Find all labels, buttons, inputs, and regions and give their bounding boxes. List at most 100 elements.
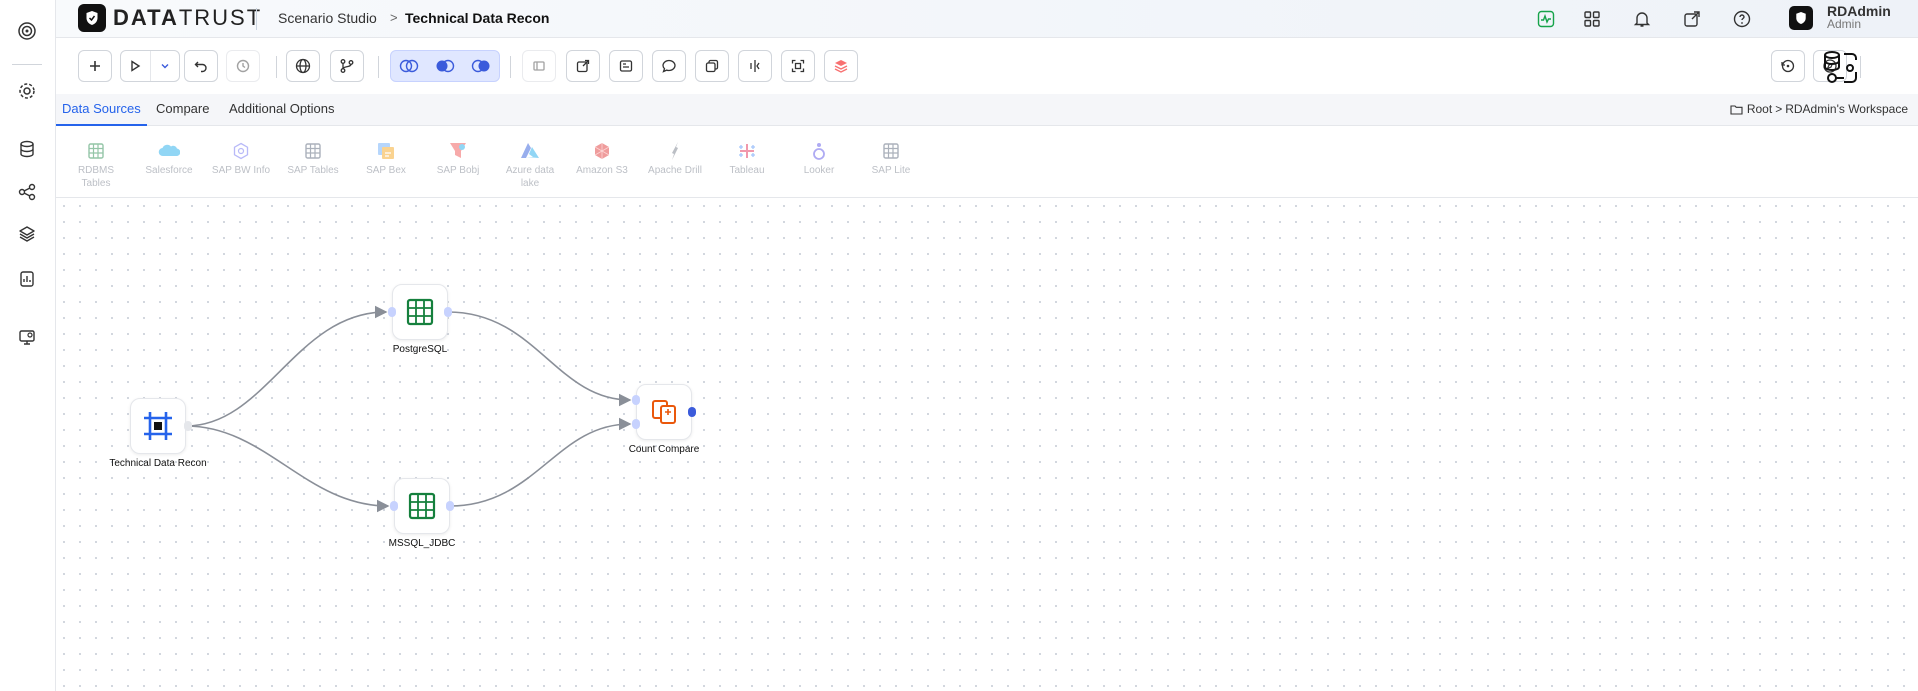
user-menu[interactable]: RDAdmin Admin: [1789, 4, 1891, 31]
ds-sap-bw-info[interactable]: SAP BW Info: [206, 140, 276, 177]
breadcrumb-separator: >: [390, 10, 398, 25]
export-button[interactable]: [566, 50, 600, 82]
right-join-button[interactable]: [463, 51, 499, 81]
mapping-button[interactable]: [609, 50, 643, 82]
ds-azure-data-lake[interactable]: Azure data lake: [495, 140, 565, 190]
report-icon[interactable]: [16, 268, 38, 290]
add-button[interactable]: [78, 50, 112, 82]
export-icon: [576, 59, 590, 73]
left-join-icon: [399, 59, 419, 73]
collapse-button[interactable]: [522, 50, 556, 82]
external-link-icon[interactable]: [1682, 9, 1702, 29]
chevron-down-icon: [161, 64, 169, 69]
ds-label: Azure data lake: [505, 165, 555, 189]
node-technical-data-recon[interactable]: [130, 398, 186, 454]
run-button[interactable]: [121, 51, 150, 81]
activity-icon[interactable]: [1536, 9, 1556, 29]
node-label-technical-data-recon: Technical Data Recon: [109, 458, 207, 469]
database-icon[interactable]: [16, 138, 38, 160]
undo-button[interactable]: [184, 50, 218, 82]
node-mssql-jdbc[interactable]: [394, 478, 450, 534]
flow-canvas[interactable]: Technical Data Recon PostgreSQL MSSQL_JD…: [56, 198, 1918, 691]
left-join-button[interactable]: [391, 51, 427, 81]
sap-bw-icon: [230, 140, 252, 162]
tab-additional-options[interactable]: Additional Options: [223, 94, 341, 126]
history-icon: [236, 59, 250, 73]
restore-button[interactable]: [1771, 50, 1805, 82]
ds-looker[interactable]: Looker: [784, 140, 854, 177]
sap-bex-icon: [375, 140, 397, 162]
tab-data-sources[interactable]: Data Sources: [56, 94, 147, 126]
node-count-compare[interactable]: [636, 384, 692, 440]
run-dropdown-button[interactable]: [149, 51, 179, 81]
ds-sap-bobj[interactable]: SAP Bobj: [423, 140, 493, 177]
database-network-icon[interactable]: [1820, 48, 1860, 88]
fit-view-button[interactable]: [781, 50, 815, 82]
workspace-separator: >: [1775, 102, 1783, 116]
toolbar-divider: [276, 56, 277, 78]
logo[interactable]: DATATRUST: [78, 4, 262, 32]
help-icon[interactable]: [1732, 9, 1752, 29]
node-output-port[interactable]: [688, 407, 696, 417]
apps-grid-icon[interactable]: [1582, 9, 1602, 29]
node-input-port[interactable]: [388, 307, 396, 317]
logo-text-rest: TRUST: [178, 5, 263, 30]
comment-button[interactable]: [652, 50, 686, 82]
workspace-breadcrumb[interactable]: Root > RDAdmin's Workspace: [1730, 102, 1908, 116]
stack-icon: [834, 60, 848, 73]
ds-label: Looker: [803, 165, 835, 176]
edge-source-to-postgresql: [185, 305, 388, 427]
node-input-port[interactable]: [632, 395, 640, 405]
ds-tableau[interactable]: Tableau: [712, 140, 782, 177]
breadcrumb-scenario-studio[interactable]: Scenario Studio: [278, 10, 377, 26]
flow-edges: [185, 305, 632, 513]
node-input-port[interactable]: [390, 501, 398, 511]
ds-sap-lite[interactable]: SAP Lite: [856, 140, 926, 177]
layers-stack-button[interactable]: [824, 50, 858, 82]
inner-join-button[interactable]: [427, 51, 463, 81]
globe-button[interactable]: [286, 50, 320, 82]
node-input-port[interactable]: [632, 419, 640, 429]
edge-mssql-to-compare: [449, 417, 632, 507]
ds-sap-tables[interactable]: SAP Tables: [278, 140, 348, 177]
ds-rdbms-tables[interactable]: RDBMS Tables: [61, 140, 131, 190]
settings-icon[interactable]: [16, 80, 38, 102]
node-output-port[interactable]: [446, 501, 454, 511]
ds-sap-bex[interactable]: SAP Bex: [351, 140, 421, 177]
ds-amazon-s3[interactable]: Amazon S3: [567, 140, 637, 177]
bell-icon[interactable]: [1632, 9, 1652, 29]
monitor-settings-icon[interactable]: [16, 326, 38, 348]
duplicate-button[interactable]: [695, 50, 729, 82]
workspace-name[interactable]: RDAdmin's Workspace: [1785, 102, 1908, 116]
node-label-postgresql: PostgreSQL: [392, 344, 448, 355]
history-button[interactable]: [226, 50, 260, 82]
left-sidebar: [0, 0, 56, 691]
tab-compare[interactable]: Compare: [150, 94, 215, 126]
run-split-button[interactable]: [120, 50, 180, 82]
header-divider: [256, 8, 257, 30]
branch-button[interactable]: [330, 50, 364, 82]
target-icon[interactable]: [16, 20, 38, 42]
layers-icon[interactable]: [16, 223, 38, 245]
frame-icon: [144, 412, 172, 440]
split-view-button[interactable]: [738, 50, 772, 82]
toolbar-divider: [378, 56, 379, 78]
globe-icon: [295, 58, 311, 74]
ds-apache-drill[interactable]: Apache Drill: [640, 140, 710, 177]
node-output-port[interactable]: [444, 307, 452, 317]
copy-icon: [705, 59, 719, 73]
data-source-palette: RDBMS Tables Salesforce SAP BW Info SAP …: [56, 126, 1918, 198]
node-output-port[interactable]: [184, 421, 192, 431]
table-icon: [408, 492, 436, 520]
workflow-icon[interactable]: [16, 181, 38, 203]
comment-icon: [662, 59, 676, 73]
node-postgresql[interactable]: [392, 284, 448, 340]
apache-drill-icon: [664, 140, 686, 162]
git-branch-icon: [340, 59, 354, 73]
user-role: Admin: [1827, 17, 1862, 31]
ds-salesforce[interactable]: Salesforce: [134, 140, 204, 177]
breadcrumb-current: Technical Data Recon: [405, 10, 550, 26]
looker-icon: [808, 140, 830, 162]
ds-label: RDBMS Tables: [77, 165, 115, 189]
workspace-root[interactable]: Root: [1747, 102, 1772, 116]
